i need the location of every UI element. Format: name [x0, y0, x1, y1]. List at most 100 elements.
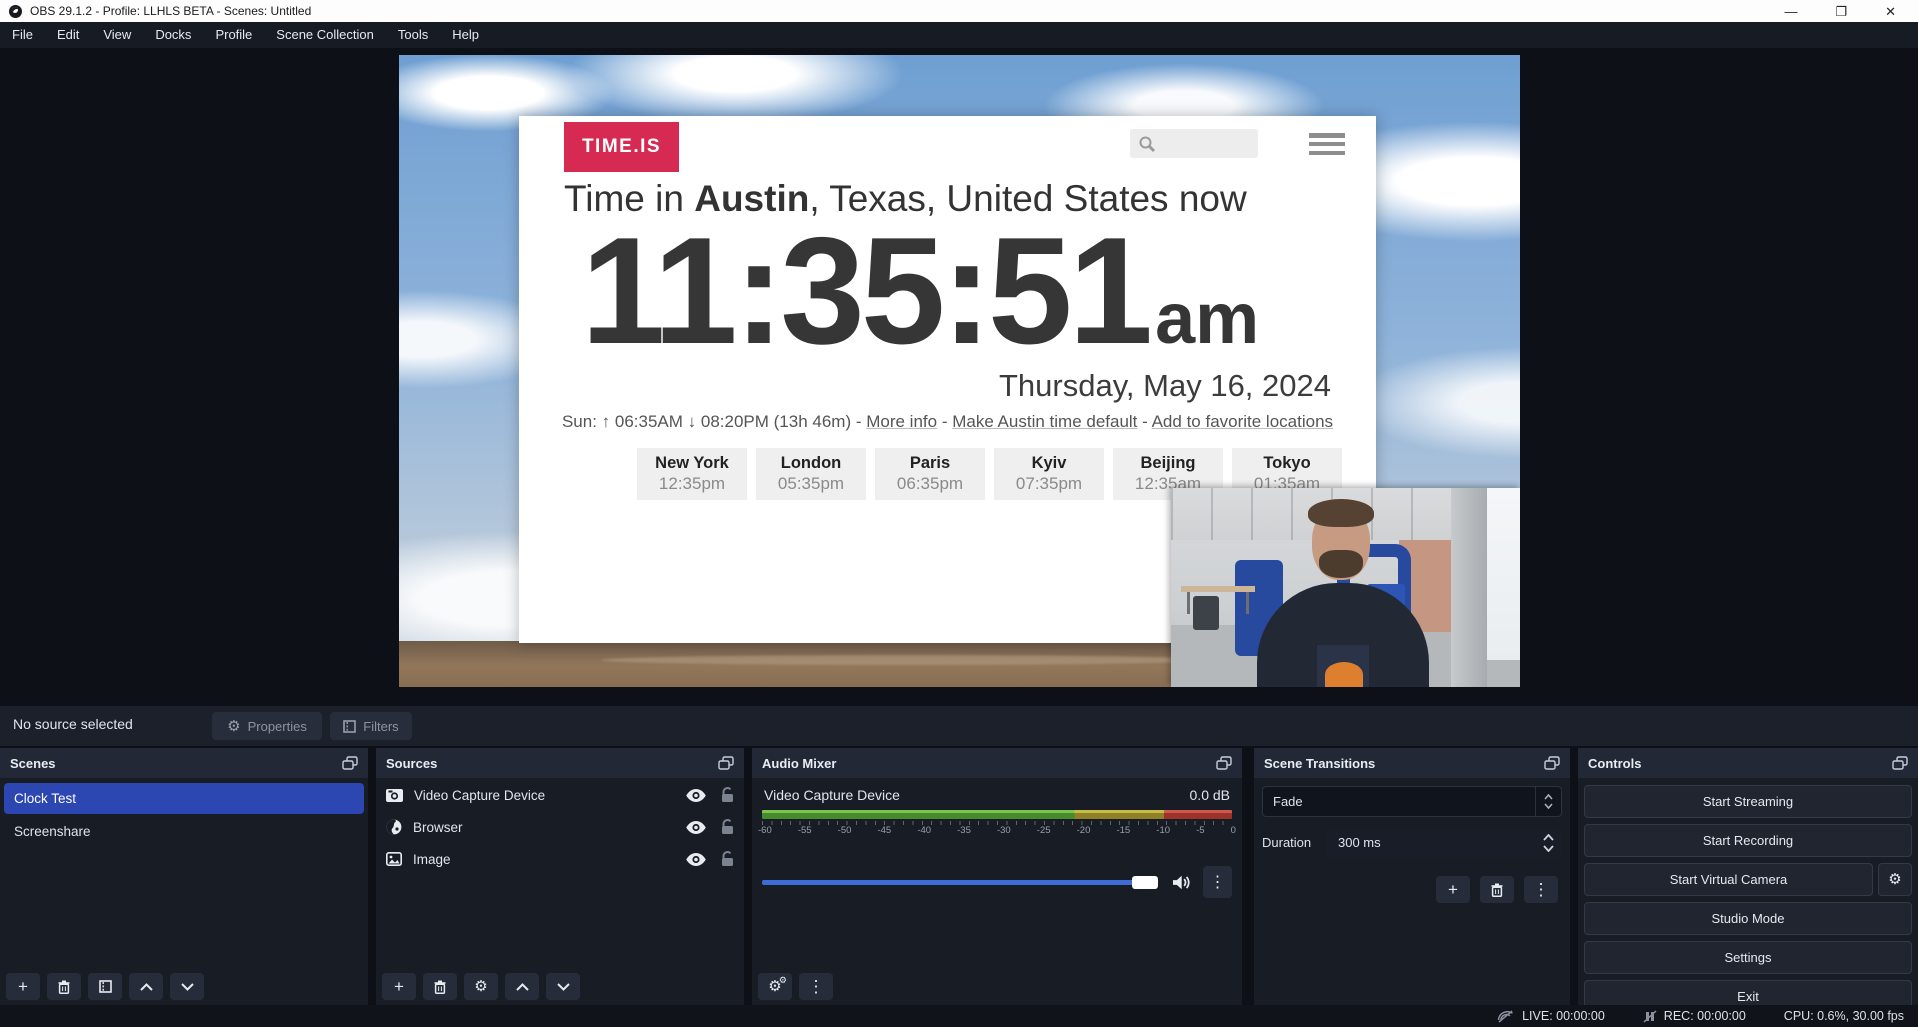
mixer-menu-kebab-button[interactable]: ⋮	[799, 973, 833, 1000]
menu-tools[interactable]: Tools	[386, 22, 440, 48]
move-scene-down-button[interactable]	[170, 973, 204, 1000]
gear-icon: ⚙	[1888, 872, 1901, 887]
start-recording-button[interactable]: Start Recording	[1584, 824, 1912, 857]
menu-file[interactable]: File	[0, 22, 45, 48]
transition-select[interactable]: Fade	[1262, 786, 1562, 817]
menu-scene-collection[interactable]: Scene Collection	[264, 22, 386, 48]
lock-unlocked-icon[interactable]	[720, 787, 734, 803]
move-source-up-button[interactable]	[505, 973, 539, 1000]
source-properties-button[interactable]: ⚙	[464, 973, 498, 1000]
scene-filters-button[interactable]	[88, 973, 122, 1000]
no-source-status: No source selected	[13, 716, 133, 732]
title-bar: OBS 29.1.2 - Profile: LLHLS BETA - Scene…	[0, 0, 1918, 22]
source-row-image[interactable]: Image	[376, 844, 744, 874]
close-button[interactable]: ✕	[1885, 5, 1896, 18]
start-virtual-camera-button[interactable]: Start Virtual Camera	[1584, 863, 1873, 896]
remove-scene-button[interactable]	[47, 973, 81, 1000]
chevron-down-icon	[1544, 803, 1553, 809]
more-info-link[interactable]: More info	[866, 412, 937, 431]
popout-dock-icon[interactable]	[1544, 756, 1560, 770]
menu-view[interactable]: View	[91, 22, 143, 48]
menu-edit[interactable]: Edit	[45, 22, 91, 48]
image-icon	[386, 852, 402, 866]
filter-icon	[99, 980, 112, 993]
move-source-down-button[interactable]	[546, 973, 580, 1000]
trash-icon	[58, 980, 70, 994]
restore-button[interactable]: ❐	[1835, 5, 1847, 18]
transitions-panel-title: Scene Transitions	[1264, 756, 1375, 771]
clock-time: 11:35:51	[581, 206, 1149, 376]
filters-button[interactable]: Filters	[330, 712, 412, 740]
sun-info-line: Sun: ↑ 06:35AM ↓ 08:20PM (13h 46m) - Mor…	[519, 412, 1376, 432]
speaker-icon[interactable]	[1172, 874, 1191, 891]
spinner-up-icon[interactable]	[1543, 834, 1554, 841]
chevron-up-icon	[516, 983, 529, 991]
start-streaming-button[interactable]: Start Streaming	[1584, 785, 1912, 818]
chevron-down-icon	[181, 983, 194, 991]
city-tile-kyiv[interactable]: Kyiv07:35pm	[994, 448, 1104, 500]
advanced-audio-properties-button[interactable]: ⚙ ⚙	[758, 973, 792, 1000]
source-row-browser[interactable]: Browser	[376, 812, 744, 842]
settings-button[interactable]: Settings	[1584, 941, 1912, 974]
visibility-eye-icon[interactable]	[686, 853, 706, 866]
current-date: Thursday, May 16, 2024	[999, 368, 1331, 404]
virtual-camera-settings-button[interactable]: ⚙	[1878, 863, 1912, 896]
volume-slider-handle[interactable]	[1132, 876, 1158, 889]
mixer-level-db: 0.0 dB	[1190, 787, 1230, 803]
lock-unlocked-icon[interactable]	[720, 819, 734, 835]
remove-transition-button[interactable]	[1480, 876, 1514, 903]
controls-panel: Controls Start Streaming Start Recording…	[1578, 748, 1918, 1005]
volume-slider[interactable]	[762, 880, 1158, 885]
minimize-button[interactable]: —	[1784, 5, 1797, 18]
cpu-fps-status: CPU: 0.6%, 30.00 fps	[1784, 1009, 1904, 1023]
visibility-eye-icon[interactable]	[686, 789, 706, 802]
mixer-options-kebab-button[interactable]: ⋮	[1203, 866, 1232, 898]
add-transition-button[interactable]: +	[1436, 876, 1470, 903]
controls-panel-title: Controls	[1588, 756, 1641, 771]
popout-dock-icon[interactable]	[718, 756, 734, 770]
audio-mixer-panel-title: Audio Mixer	[762, 756, 836, 771]
source-row-video-capture[interactable]: Video Capture Device	[376, 780, 744, 810]
popout-dock-icon[interactable]	[1892, 756, 1908, 770]
remove-source-button[interactable]	[423, 973, 457, 1000]
add-favorite-link[interactable]: Add to favorite locations	[1152, 412, 1333, 431]
spinner-down-icon[interactable]	[1543, 845, 1554, 852]
scene-transitions-panel: Scene Transitions Fade Duration 300 ms +	[1254, 748, 1570, 1005]
timeis-logo: TIME.IS	[564, 122, 679, 172]
chevron-down-icon	[557, 983, 570, 991]
meter-tick-labels: -60-55-50-45-40-35-30-25-20-15-10-50	[758, 825, 1236, 836]
properties-button[interactable]: ⚙ Properties	[212, 712, 322, 740]
menu-docks[interactable]: Docks	[143, 22, 203, 48]
move-scene-up-button[interactable]	[129, 973, 163, 1000]
studio-mode-button[interactable]: Studio Mode	[1584, 902, 1912, 935]
add-scene-button[interactable]: +	[6, 973, 40, 1000]
sources-panel: Sources Video Capture Device	[376, 748, 744, 1005]
popout-dock-icon[interactable]	[1216, 756, 1232, 770]
timeis-search-input[interactable]	[1130, 129, 1258, 158]
duration-spinner[interactable]: 300 ms	[1326, 827, 1562, 858]
add-source-button[interactable]: +	[382, 973, 416, 1000]
scene-item-screenshare[interactable]: Screenshare	[4, 816, 364, 846]
trash-icon	[1491, 883, 1503, 897]
menu-profile[interactable]: Profile	[203, 22, 264, 48]
duration-label: Duration	[1262, 835, 1326, 850]
scene-item-clock-test[interactable]: Clock Test	[4, 783, 364, 814]
menu-bar: File Edit View Docks Profile Scene Colle…	[0, 22, 1918, 48]
mixer-channel-name: Video Capture Device	[764, 787, 900, 803]
hamburger-menu-icon[interactable]	[1309, 133, 1345, 155]
chevron-up-icon	[140, 983, 153, 991]
city-tile-paris[interactable]: Paris06:35pm	[875, 448, 985, 500]
menu-help[interactable]: Help	[440, 22, 491, 48]
city-tile-newyork[interactable]: New York12:35pm	[637, 448, 747, 500]
preview-canvas-area: TIME.IS Time in Austin, Texas, United St…	[0, 48, 1918, 706]
transition-properties-kebab-button[interactable]: ⋮	[1524, 876, 1558, 903]
lock-unlocked-icon[interactable]	[720, 851, 734, 867]
scenes-panel: Scenes Clock Test Screenshare +	[0, 748, 368, 1005]
scene-preview[interactable]: TIME.IS Time in Austin, Texas, United St…	[399, 55, 1520, 687]
live-timer: LIVE: 00:00:00	[1522, 1009, 1605, 1023]
window-title: OBS 29.1.2 - Profile: LLHLS BETA - Scene…	[30, 4, 311, 18]
visibility-eye-icon[interactable]	[686, 821, 706, 834]
popout-dock-icon[interactable]	[342, 756, 358, 770]
city-tile-london[interactable]: London05:35pm	[756, 448, 866, 500]
make-default-link[interactable]: Make Austin time default	[952, 412, 1137, 431]
